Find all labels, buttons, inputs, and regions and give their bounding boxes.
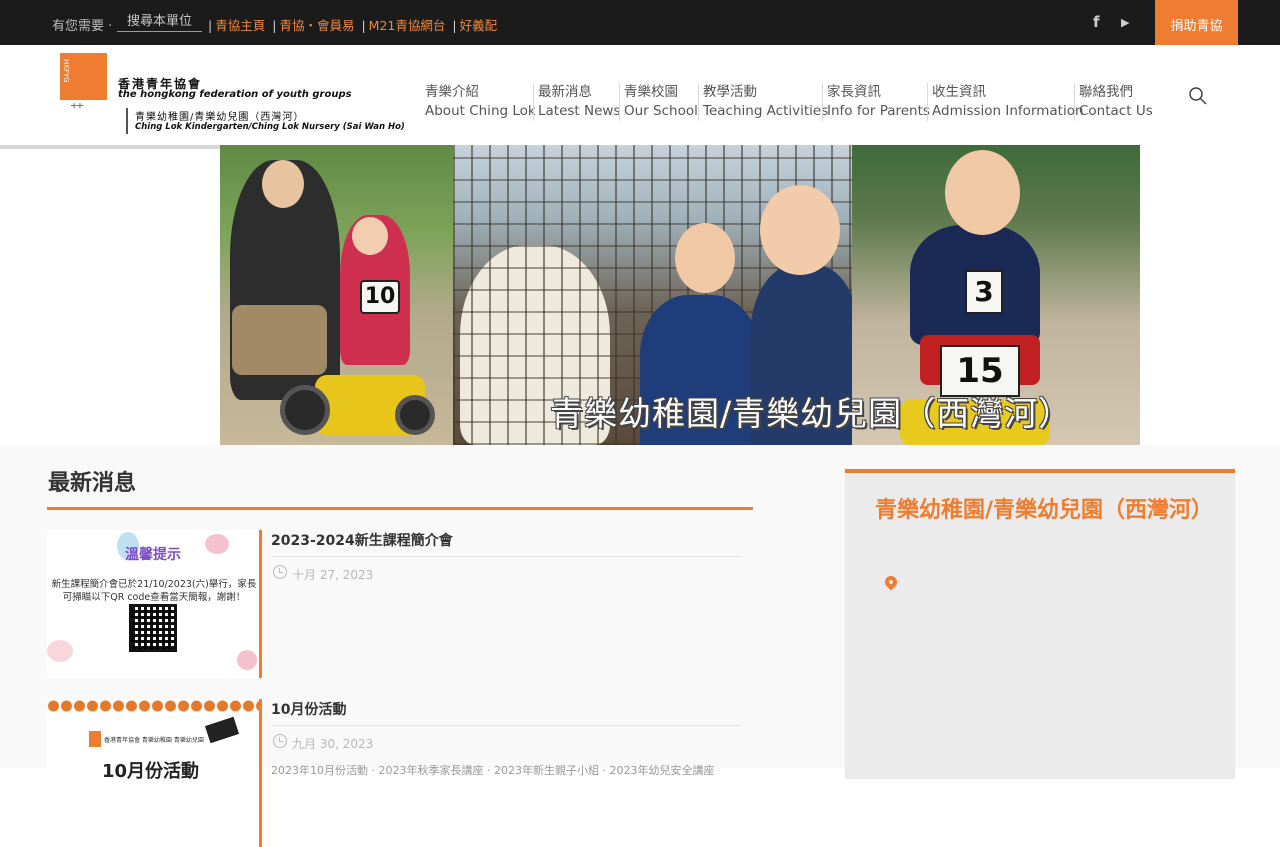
banner-wheel xyxy=(280,385,330,435)
witch-hat-decoration xyxy=(204,716,240,744)
flower-decoration xyxy=(47,640,73,662)
link-member-easy[interactable]: 青協・會員易 xyxy=(279,18,354,33)
nav-our-school[interactable]: 青樂校園 Our School xyxy=(619,83,698,121)
hero-banner: 10 3 15 青樂幼稚園/青樂幼兒園（西灣河） xyxy=(220,145,1140,445)
link-hkfyg-home[interactable]: 青協主頁 xyxy=(215,18,265,33)
thumb-text: 新生課程簡介會已於21/10/2023(六)舉行，家長可掃瞄以下QR code查… xyxy=(51,579,257,603)
section-title: 最新消息 xyxy=(48,471,137,496)
header-shadow xyxy=(0,145,220,149)
section-divider xyxy=(47,507,753,510)
banner-wheel xyxy=(395,395,435,435)
banner-figure xyxy=(760,185,840,275)
nav-label-en: Contact Us xyxy=(1079,103,1153,119)
nav-admission[interactable]: 收生資訊 Admission Information xyxy=(927,83,1084,121)
logo-divider xyxy=(126,108,128,134)
thumb-title: 10月份活動 xyxy=(102,761,200,782)
top-bar: 有您需要 · |青協主頁 |青協・會員易 |M21青協網台 |好義配 f ▶ 捐… xyxy=(0,0,1280,52)
search-label: 有您需要 · xyxy=(52,19,113,34)
banner-caption: 青樂幼稚園/青樂幼兒園（西灣河） xyxy=(550,394,1073,433)
nav-label-cn: 教學活動 xyxy=(703,84,757,100)
link-volunteer[interactable]: 好義配 xyxy=(460,18,498,33)
clock-icon xyxy=(273,565,287,579)
nav-label-cn: 家長資訊 xyxy=(827,84,881,100)
nav-label-en: Our School xyxy=(624,103,698,119)
nav-label-en: About Ching Lok xyxy=(425,103,536,119)
nav-label-cn: 青樂介紹 xyxy=(425,84,479,100)
thumb-title: 溫馨提示 xyxy=(125,547,181,563)
unit-name-cn: 青樂幼稚園/青樂幼兒園（西灣河） xyxy=(135,112,305,123)
unit-name-en: Ching Lok Kindergarten/Ching Lok Nursery… xyxy=(135,122,405,132)
flower-decoration xyxy=(237,650,257,670)
news-date: 十月 27, 2023 xyxy=(292,568,374,582)
main-content: 最新消息 溫馨提示 新生課程簡介會已於21/10/2023(六)舉行，家長可掃瞄… xyxy=(0,445,1280,847)
race-number-sign: 3 xyxy=(965,270,1003,314)
nav-label-en: Latest News xyxy=(538,103,621,119)
facebook-icon[interactable]: f xyxy=(1093,13,1100,31)
nav-label-en: Info for Parents xyxy=(827,103,930,119)
sidebar-title: 青樂幼稚園/青樂幼兒園（西灣河） xyxy=(875,498,1214,523)
logo-mark-text: HKFYG xyxy=(62,59,70,83)
nav-parents-info[interactable]: 家長資訊 Info for Parents xyxy=(822,83,930,121)
banner-figure xyxy=(352,217,388,255)
nav-label-cn: 收生資訊 xyxy=(932,84,986,100)
news-excerpt: 2023年10月份活動 · 2023年秋季家長講座 · 2023年新生親子小組 … xyxy=(271,764,715,777)
play-icon[interactable]: ▶ xyxy=(1121,16,1129,29)
map-pin-icon xyxy=(882,573,900,591)
news-thumbnail[interactable]: 香港青年協會 青樂幼稚園 青樂幼兒園 10月份活動 xyxy=(47,699,262,847)
logo-leaf-icon: ⺿ xyxy=(70,103,84,119)
nav-label-cn: 最新消息 xyxy=(538,84,592,100)
nav-label-cn: 青樂校園 xyxy=(624,84,678,100)
news-divider xyxy=(271,556,741,557)
nav-contact[interactable]: 聯絡我們 Contact Us xyxy=(1074,83,1153,121)
site-search-input[interactable] xyxy=(117,12,202,32)
site-header: HKFYG ⺿ 香港青年協會 the hongkong federation o… xyxy=(0,45,1280,145)
link-m21[interactable]: M21青協網台 xyxy=(369,18,446,33)
banner-figure xyxy=(262,160,304,208)
nav-label-en: Teaching Activities xyxy=(703,103,829,119)
sidebar-info-panel: 青樂幼稚園/青樂幼兒園（西灣河） xyxy=(845,469,1235,779)
nav-label-cn: 聯絡我們 xyxy=(1079,84,1133,100)
search-icon[interactable] xyxy=(1188,86,1208,106)
banner-figure xyxy=(945,150,1020,235)
hkfyg-logo[interactable]: HKFYG xyxy=(60,53,107,100)
thumb-header: 香港青年協會 青樂幼稚園 青樂幼兒園 xyxy=(104,737,204,744)
nav-label-en: Admission Information xyxy=(932,103,1084,119)
news-thumbnail[interactable]: 溫馨提示 新生課程簡介會已於21/10/2023(六)舉行，家長可掃瞄以下QR … xyxy=(47,530,262,678)
banner-figure xyxy=(675,223,735,293)
race-number-sign: 10 xyxy=(360,280,400,314)
nav-teaching-activities[interactable]: 教學活動 Teaching Activities xyxy=(698,83,828,121)
nav-latest-news[interactable]: 最新消息 Latest News xyxy=(533,83,621,121)
news-date: 九月 30, 2023 xyxy=(292,737,374,751)
pumpkin-border xyxy=(47,699,259,713)
hkfyg-logo xyxy=(89,731,101,747)
qr-code xyxy=(129,604,177,652)
news-title[interactable]: 2023-2024新生課程簡介會 xyxy=(271,530,453,550)
top-links: | 青協主頁 | 青協・會員易 | M21青協網台 | 好義配 xyxy=(208,18,498,33)
news-title[interactable]: 10月份活動 xyxy=(271,699,346,719)
news-divider xyxy=(271,725,741,726)
banner-figure xyxy=(232,305,327,375)
nav-about[interactable]: 青樂介紹 About Ching Lok xyxy=(421,83,536,121)
org-name-en: the hongkong federation of youth groups xyxy=(118,89,352,100)
clock-icon xyxy=(273,734,287,748)
